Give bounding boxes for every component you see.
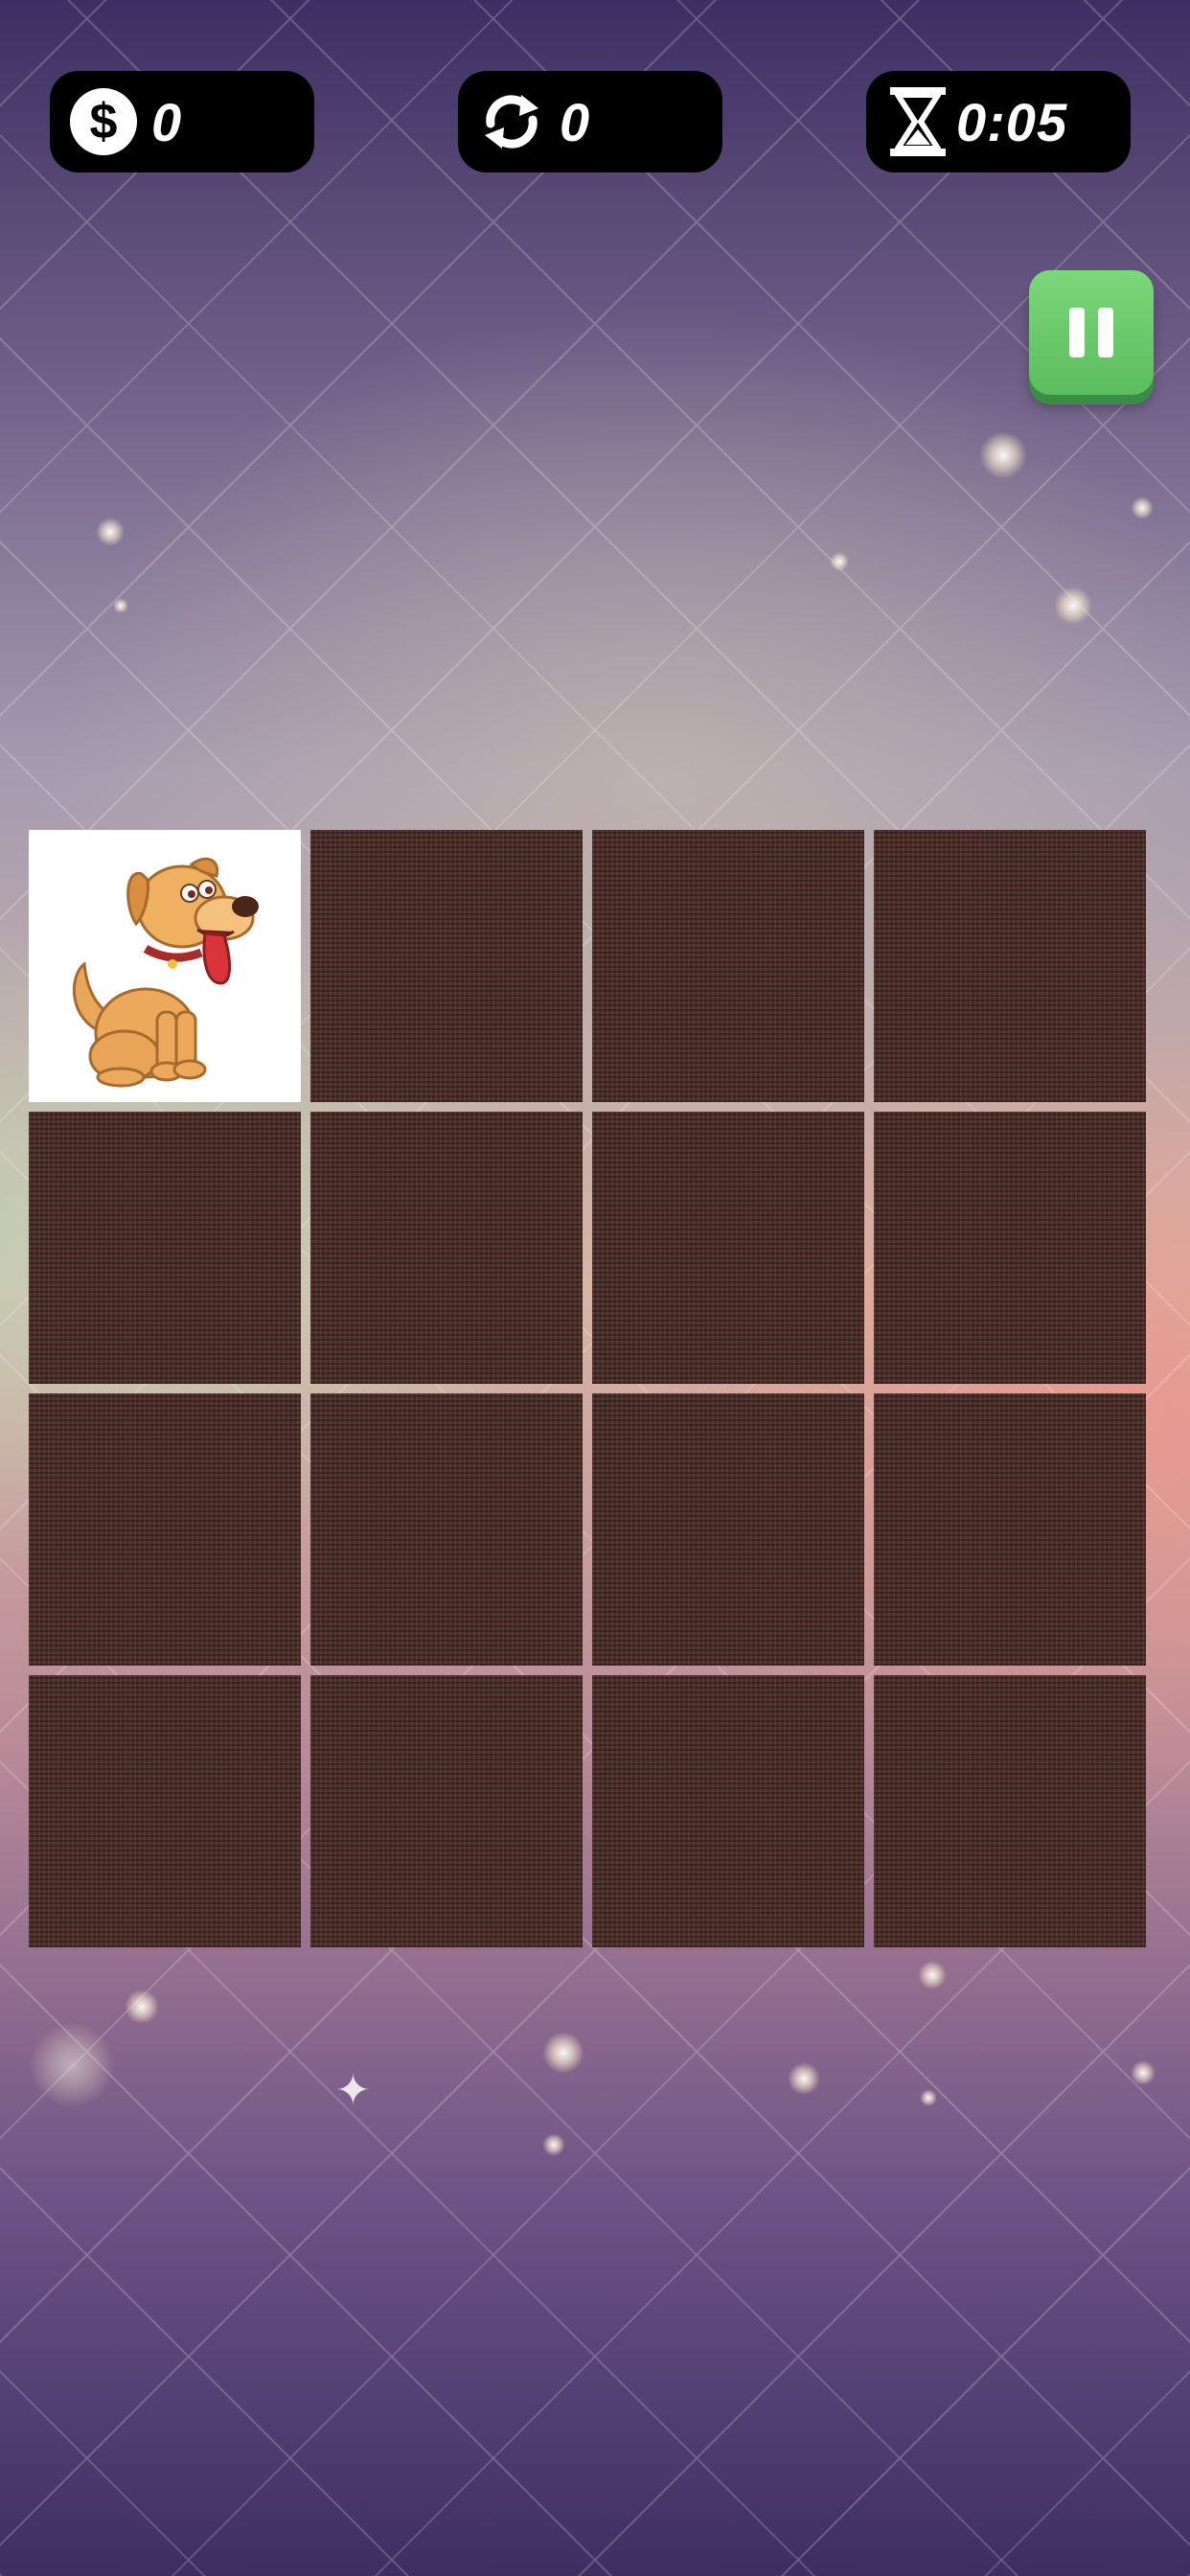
card-hidden[interactable]: [29, 1393, 301, 1666]
card-hidden[interactable]: [874, 830, 1146, 1102]
moves-value: 0: [560, 91, 591, 152]
sparkle: [125, 1990, 159, 2024]
memory-board: [29, 830, 1152, 1953]
card-revealed-dog[interactable]: [29, 830, 301, 1102]
card-hidden[interactable]: [874, 1112, 1146, 1384]
sparkle: [542, 2133, 565, 2156]
sparkle: [830, 552, 849, 571]
card-hidden[interactable]: [874, 1393, 1146, 1666]
star-sparkle-icon: ✦: [335, 2067, 371, 2114]
card-hidden[interactable]: [592, 1112, 864, 1384]
sparkle: [920, 2089, 937, 2106]
card-hidden[interactable]: [874, 1675, 1146, 1947]
sparkle: [113, 598, 128, 613]
cartoon-dog-image: [73, 857, 259, 1088]
timer-value: 0:05: [956, 91, 1068, 152]
card-hidden[interactable]: [310, 1675, 583, 1947]
card-hidden[interactable]: [592, 830, 864, 1102]
sparkle: [1131, 2060, 1156, 2085]
moves-counter: 0: [458, 71, 722, 172]
sparkle: [1131, 496, 1154, 519]
card-hidden[interactable]: [310, 1112, 583, 1384]
sparkle: [542, 2032, 584, 2074]
coins-value: 0: [151, 91, 183, 152]
timer-display: 0:05: [866, 71, 1131, 172]
sparkle: [29, 2022, 115, 2108]
pause-icon: [1063, 308, 1120, 357]
pause-button[interactable]: [1029, 270, 1154, 395]
sparkle: [1054, 586, 1092, 625]
sparkle: [96, 518, 125, 546]
card-hidden[interactable]: [310, 830, 583, 1102]
refresh-arrows-icon: [477, 87, 546, 156]
card-hidden[interactable]: [29, 1675, 301, 1947]
coins-counter: $ 0: [50, 71, 314, 172]
sparkle: [918, 1961, 947, 1990]
card-hidden[interactable]: [29, 1112, 301, 1384]
card-hidden[interactable]: [310, 1393, 583, 1666]
dollar-coin-icon: $: [69, 87, 138, 156]
card-hidden[interactable]: [592, 1675, 864, 1947]
card-hidden[interactable]: [592, 1393, 864, 1666]
hourglass-icon: [883, 87, 952, 156]
sparkle: [979, 431, 1027, 479]
sparkle: [788, 2062, 820, 2095]
